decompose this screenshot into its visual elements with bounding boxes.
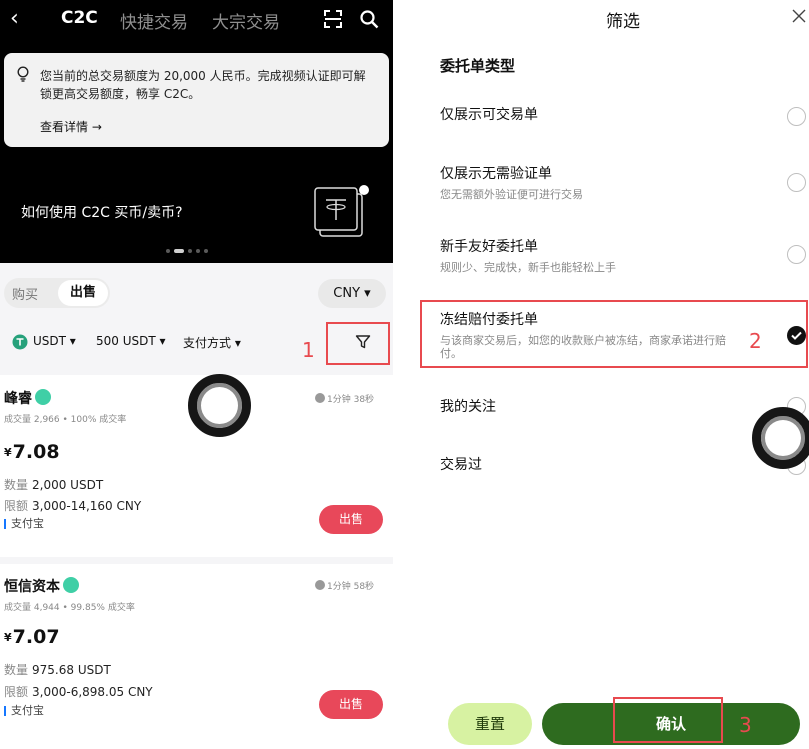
filter-option-tradable-only[interactable]: 仅展示可交易单 (440, 104, 780, 124)
clock-icon (315, 393, 325, 403)
search-icon[interactable] (359, 9, 379, 29)
annotation-1: 1 (302, 338, 315, 362)
carousel-dot[interactable] (188, 249, 192, 253)
usdt-coin-icon (12, 334, 28, 350)
verified-badge-icon (35, 389, 51, 405)
unit-price: ¥7.07 (4, 626, 60, 648)
filter-option-following[interactable]: 我的关注 (440, 396, 780, 416)
radio-no-verification[interactable] (787, 173, 806, 192)
quantity-line: 数量 2,000 USDT (4, 476, 103, 493)
limit-notice-card: 您当前的总交易额度为 20,000 人民币。完成视频认证即可解锁更高交易额度，畅… (4, 53, 389, 147)
payment-time-text: 1分钟 58秒 (327, 582, 375, 592)
payment-method-filter[interactable]: 支付方式 ▾ (183, 334, 241, 351)
option-label: 仅展示无需验证单 (440, 166, 552, 182)
view-details-link[interactable]: 查看详情 → (40, 118, 102, 135)
lightbulb-icon (17, 66, 29, 82)
option-label: 新手友好委托单 (440, 239, 538, 255)
touch-indicator (752, 407, 809, 469)
carousel-dot[interactable] (204, 249, 208, 253)
merchant-stats: 成交量 4,944 • 99.85% 成交率 (4, 603, 135, 613)
filter-funnel-icon[interactable] (355, 334, 371, 350)
payment-method: 支付宝 (4, 518, 44, 529)
quantity-label: 数量 (4, 478, 29, 492)
filter-option-traded-before[interactable]: 交易过 (440, 454, 780, 474)
c2c-market-panel: ‹ C2C 快捷交易 大宗交易 您当前的总交易额度为 20,000 人民币。完成… (0, 0, 393, 749)
order-type-section-title: 委托单类型 (440, 57, 516, 75)
buy-sell-toggle: 购买 出售 (4, 278, 110, 308)
carousel-dot-active[interactable] (174, 249, 184, 253)
option-description: 您无需额外验证便可进行交易 (440, 188, 583, 201)
verified-badge-icon (63, 577, 79, 593)
payment-time: 1分钟 38秒 (315, 392, 374, 405)
option-label: 交易过 (440, 457, 482, 473)
unit-price: ¥7.08 (4, 441, 60, 463)
limit-line: 限额 3,000-14,160 CNY (4, 497, 141, 514)
quantity-line: 数量 975.68 USDT (4, 661, 111, 678)
annotation-2: 2 (749, 329, 762, 353)
close-icon[interactable] (792, 9, 806, 23)
quantity-value: 975.68 USDT (32, 663, 111, 677)
payment-method: 支付宝 (4, 705, 44, 716)
carousel-indicator[interactable] (166, 248, 208, 254)
buy-tab[interactable]: 购买 (12, 284, 38, 303)
merchant-name-text[interactable]: 恒信资本 (4, 579, 60, 595)
option-description: 规则少、完成快，新手也能轻松上手 (440, 261, 616, 274)
listing-card: 恒信资本 成交量 4,944 • 99.85% 成交率 1分钟 58秒 ¥7.0… (0, 564, 393, 749)
option-label: 仅展示可交易单 (440, 107, 538, 123)
clock-icon (315, 580, 325, 590)
reset-button[interactable]: 重置 (448, 703, 532, 745)
limit-line: 限额 3,000-6,898.05 CNY (4, 683, 153, 700)
payment-time-text: 1分钟 38秒 (327, 395, 375, 405)
radio-tradable-only[interactable] (787, 107, 806, 126)
annotation-3: 3 (739, 713, 752, 737)
quantity-label: 数量 (4, 663, 29, 677)
price-value: 7.07 (12, 626, 60, 648)
scan-icon[interactable] (323, 9, 343, 29)
limit-label: 限额 (4, 499, 29, 513)
notice-text: 您当前的总交易额度为 20,000 人民币。完成视频认证即可解锁更高交易额度，畅… (40, 69, 366, 101)
sell-tab[interactable]: 出售 (58, 280, 108, 306)
top-navigation: ‹ C2C 快捷交易 大宗交易 (0, 0, 393, 38)
limit-value: 3,000-14,160 CNY (32, 499, 142, 513)
filter-option-no-verification[interactable]: 仅展示无需验证单 您无需额外验证便可进行交易 (440, 163, 780, 201)
option-label: 我的关注 (440, 399, 496, 415)
back-arrow-icon[interactable]: ‹ (10, 6, 19, 31)
currency-symbol: ¥ (4, 631, 12, 644)
amount-filter[interactable]: 500 USDT ▾ (96, 334, 166, 348)
merchant-stats: 成交量 2,966 • 100% 成交率 (4, 415, 127, 425)
sell-button[interactable]: 出售 (319, 690, 383, 719)
tab-c2c[interactable]: C2C (61, 8, 98, 28)
limit-label: 限额 (4, 685, 29, 699)
tab-block-trade[interactable]: 大宗交易 (212, 8, 280, 33)
sell-button[interactable]: 出售 (319, 505, 383, 534)
filter-panel: 筛选 委托单类型 仅展示可交易单 仅展示无需验证单 您无需额外验证便可进行交易 … (420, 0, 809, 749)
tab-quick-trade[interactable]: 快捷交易 (120, 8, 188, 33)
currency-selector[interactable]: CNY ▾ (318, 279, 386, 308)
radio-beginner-friendly[interactable] (787, 245, 806, 264)
currency-symbol: ¥ (4, 446, 12, 459)
filter-option-beginner-friendly[interactable]: 新手友好委托单 规则少、完成快，新手也能轻松上手 (440, 236, 780, 274)
coin-filter[interactable]: USDT ▾ (33, 334, 76, 348)
limit-value: 3,000-6,898.05 CNY (32, 685, 153, 699)
carousel-dot[interactable] (166, 249, 170, 253)
carousel-dot[interactable] (196, 249, 200, 253)
merchant-name[interactable]: 峰睿 (4, 388, 51, 408)
price-value: 7.08 (12, 441, 60, 463)
tether-card-icon (314, 185, 369, 237)
filter-panel-title: 筛选 (606, 12, 640, 32)
banner-title[interactable]: 如何使用 C2C 买币/卖币? (21, 202, 183, 222)
touch-indicator (188, 374, 251, 437)
quantity-value: 2,000 USDT (32, 478, 104, 492)
merchant-name-text[interactable]: 峰睿 (4, 391, 32, 407)
merchant-name[interactable]: 恒信资本 (4, 576, 79, 596)
confirm-highlight-box (613, 697, 723, 743)
payment-time: 1分钟 58秒 (315, 579, 374, 592)
